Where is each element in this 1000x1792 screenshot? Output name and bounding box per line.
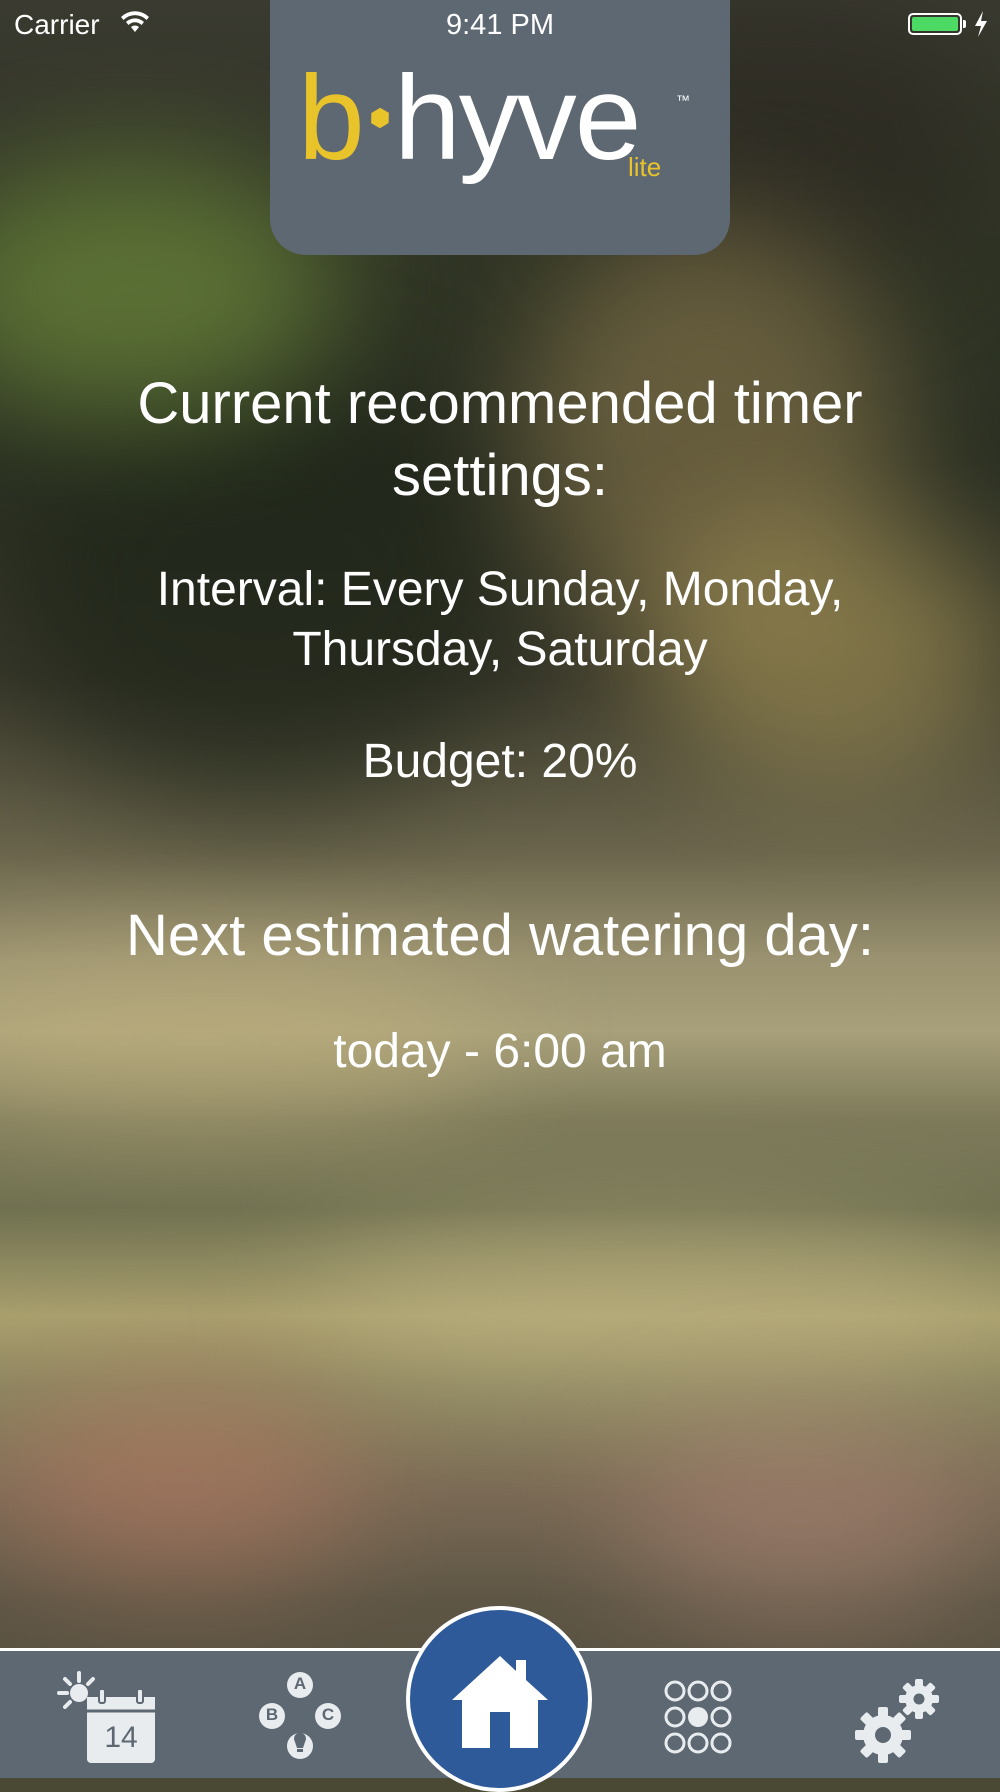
logo-letter-b: b [298,51,365,185]
recommended-settings-heading: Current recommended timer settings: [137,371,863,508]
program-letter-a: A [293,1674,307,1693]
next-watering-time: today - 6:00 am [333,1025,667,1078]
home-icon [452,1656,548,1748]
battery-icon [908,13,962,35]
gears-icon [855,1679,939,1763]
charging-bolt-icon [975,11,987,37]
background-image [0,0,1000,1778]
interval-text: Interval: Every Sunday, Monday, Thursday… [156,563,844,676]
logo-wordmark: hyve [394,51,641,185]
tab-zones[interactable] [643,1669,753,1769]
battery-tip [963,20,966,28]
calendar-day-number: 14 [104,1721,138,1754]
budget-text: Budget: 20% [362,735,638,788]
home-button[interactable] [406,1606,592,1792]
program-letter-b: B [265,1705,279,1724]
clock: 9:41 PM [446,9,554,41]
logo-trademark: ™ [676,92,690,108]
next-watering-heading: Next estimated watering day: [126,903,874,968]
status-bar: Carrier 9:41 PM [0,0,1000,50]
logo-lite-label: lite [628,152,662,182]
program-letter-c: C [321,1705,335,1724]
zones-grid-icon [664,1680,732,1754]
tab-schedule[interactable]: 14 [55,1669,165,1769]
tab-settings[interactable] [843,1669,953,1769]
tab-programs[interactable]: A B C [245,1669,355,1769]
logo-hex-dot [366,104,393,131]
